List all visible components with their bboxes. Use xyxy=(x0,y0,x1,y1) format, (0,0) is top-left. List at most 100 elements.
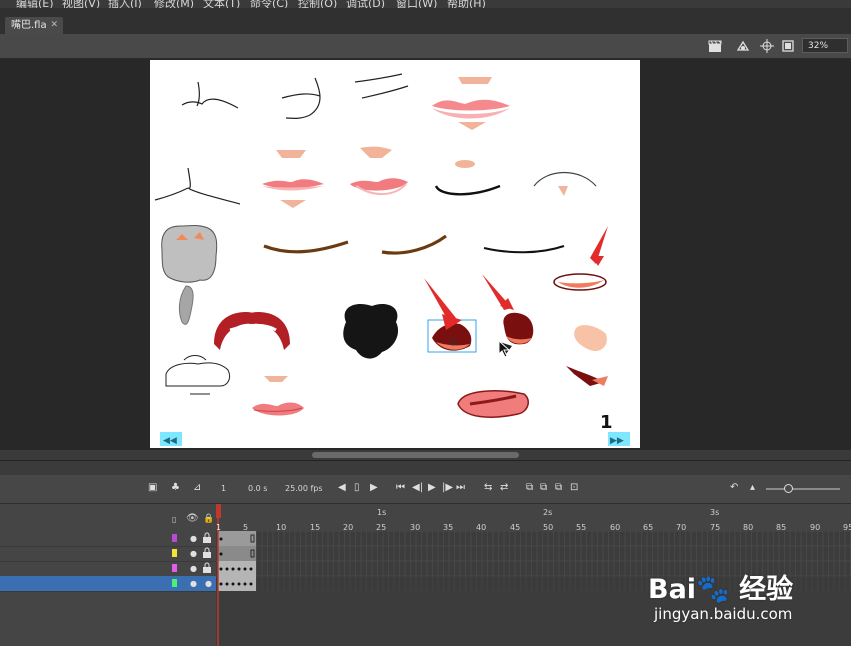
menu-text[interactable]: 文本(T) xyxy=(203,0,240,8)
lips-row2-a xyxy=(262,179,324,208)
layer-lock-icon[interactable] xyxy=(202,547,212,559)
menu-help[interactable]: 帮助(H) xyxy=(447,0,486,8)
beard-icon-1 xyxy=(161,225,218,283)
ruler-number: 30 xyxy=(410,523,421,532)
zoom-small-icon[interactable]: ▴ xyxy=(750,482,755,493)
center-frame-icon[interactable]: ⇄ xyxy=(500,482,508,493)
menu-edit[interactable]: 编辑(E) xyxy=(16,0,54,8)
stage[interactable]: 1 ◀◀ ▶▶ xyxy=(150,60,640,448)
next-button[interactable]: ▶▶ xyxy=(610,436,624,446)
second-marker: 1s xyxy=(377,508,387,517)
mouth-open-small xyxy=(553,273,607,291)
second-marker: 2s xyxy=(543,508,553,517)
step-back-icon[interactable]: ◀| xyxy=(412,482,423,493)
lips-row2-d xyxy=(533,172,597,196)
ruler-number: 80 xyxy=(743,523,754,532)
ruler-number: 15 xyxy=(310,523,321,532)
beard-black xyxy=(343,303,399,359)
center-stage-icon[interactable] xyxy=(760,39,774,53)
loop-icon[interactable]: ⇆ xyxy=(484,482,492,493)
lips-top-right xyxy=(432,77,510,130)
layer-list: ▯ 👁 🔒 ● ● ● ● ● xyxy=(0,504,216,646)
onion-outline-icon[interactable]: ⧉ xyxy=(540,482,547,493)
menu-debug[interactable]: 调试(D) xyxy=(346,0,385,8)
layer-lock-icon[interactable] xyxy=(202,532,212,544)
lips-row2-b xyxy=(350,178,408,195)
mouth-big-red xyxy=(457,390,529,418)
timeline-zoom-handle[interactable] xyxy=(784,484,793,493)
marker-icon[interactable]: ⊡ xyxy=(570,482,578,493)
clapper-icon[interactable] xyxy=(708,39,722,53)
fps-display[interactable]: 25.00 fps xyxy=(285,484,323,493)
menu-control[interactable]: 控制(O) xyxy=(298,0,337,8)
layer-row-selected[interactable]: ● ● xyxy=(0,576,216,592)
symbol-edit-icon[interactable] xyxy=(736,39,750,53)
close-icon[interactable]: ✕ xyxy=(50,17,58,34)
camera-icon[interactable]: ▣ xyxy=(148,482,157,493)
menu-bar: 编辑(E) 视图(V) 插入(I) 修改(M) 文本(T) 命令(C) 控制(O… xyxy=(0,0,851,8)
prev-keyframe-icon[interactable]: ◀ xyxy=(338,482,346,493)
layer-lock-dot[interactable]: ● xyxy=(205,579,212,588)
document-tab[interactable]: 嘴巴.fla ✕ xyxy=(5,17,63,34)
undo-icon[interactable]: ↶ xyxy=(730,482,738,493)
graph-icon[interactable]: ⊿ xyxy=(193,482,201,493)
time-display[interactable]: 0.0 s xyxy=(248,484,267,493)
lock-icon[interactable]: 🔒 xyxy=(203,514,214,524)
layer-row[interactable]: ● xyxy=(0,561,216,577)
stage-scrollbar[interactable] xyxy=(0,450,851,460)
second-marker: 3s xyxy=(710,508,720,517)
nose-sketch-3 xyxy=(354,73,409,99)
pasteboard: 1 ◀◀ ▶▶ xyxy=(0,59,851,450)
ruler-number: 45 xyxy=(510,523,521,532)
current-frame[interactable]: 1 xyxy=(221,484,226,493)
document-tab-bar: 嘴巴.fla ✕ xyxy=(0,8,851,35)
menu-view[interactable]: 视图(V) xyxy=(62,0,100,8)
layer-visible-dot[interactable]: ● xyxy=(190,549,197,558)
first-frame-icon[interactable]: ⏮ xyxy=(396,482,405,493)
ruler-number: 90 xyxy=(810,523,821,532)
ruler-number: 95 xyxy=(843,523,851,532)
edit-multiple-icon[interactable]: ⧉ xyxy=(555,482,562,493)
next-keyframe-icon[interactable]: ▶ xyxy=(370,482,378,493)
frame-grid[interactable]: 1s 2s 3s 1 5 10 15 20 25 30 35 40 45 50 … xyxy=(216,504,851,646)
layer-color-swatch xyxy=(172,549,177,557)
clip-icon[interactable] xyxy=(781,39,795,53)
menu-commands[interactable]: 命令(C) xyxy=(250,0,288,8)
layer-visible-dot[interactable]: ● xyxy=(190,579,197,588)
edit-bar: 32% xyxy=(0,34,851,59)
lips-bottom-left xyxy=(252,402,304,416)
beard-outline xyxy=(165,355,231,395)
outline-header-icon[interactable]: ▯ xyxy=(172,515,176,524)
layer-color-swatch xyxy=(172,534,177,542)
ruler-number: 25 xyxy=(376,523,387,532)
layer-row[interactable]: ● xyxy=(0,531,216,547)
timeline-zoom-slider[interactable] xyxy=(766,488,840,490)
prev-button[interactable]: ◀◀ xyxy=(163,436,177,446)
layer-lock-icon[interactable] xyxy=(202,562,212,574)
menu-modify[interactable]: 修改(M) xyxy=(154,0,194,8)
ruler-number: 50 xyxy=(543,523,554,532)
layer-visible-dot[interactable]: ● xyxy=(190,534,197,543)
ruler-number: 40 xyxy=(476,523,487,532)
scrollbar-thumb[interactable] xyxy=(312,452,519,458)
ruler-number: 85 xyxy=(776,523,787,532)
eye-icon[interactable]: 👁 xyxy=(186,513,199,524)
play-icon[interactable]: ▶ xyxy=(428,482,436,493)
timeline-panel: ▣ ♣ ⊿ 1 0.0 s 25.00 fps ◀ ▯ ▶ ⏮ ◀| ▶ |▶ … xyxy=(0,460,851,646)
onion-skin-icon[interactable]: ▯ xyxy=(354,482,360,493)
layer-visible-dot[interactable]: ● xyxy=(190,564,197,573)
onion-skin-toggle-icon[interactable]: ⧉ xyxy=(526,482,533,493)
ruler-number: 70 xyxy=(676,523,687,532)
layer-parent-icon[interactable]: ♣ xyxy=(171,482,180,493)
mustache-red xyxy=(214,312,290,350)
menu-insert[interactable]: 插入(I) xyxy=(108,0,142,8)
zoom-input[interactable]: 32% xyxy=(802,38,848,53)
ruler-number: 60 xyxy=(610,523,621,532)
nose-sketch-1 xyxy=(181,81,239,109)
menu-window[interactable]: 窗口(W) xyxy=(396,0,437,8)
layer-row[interactable]: ● xyxy=(0,546,216,562)
stage-artwork: 1 ◀◀ ▶▶ xyxy=(154,73,630,446)
step-forward-icon[interactable]: |▶ xyxy=(442,482,453,493)
ruler-frame-1: 1 xyxy=(216,523,222,532)
last-frame-icon[interactable]: ⏭ xyxy=(456,482,465,493)
